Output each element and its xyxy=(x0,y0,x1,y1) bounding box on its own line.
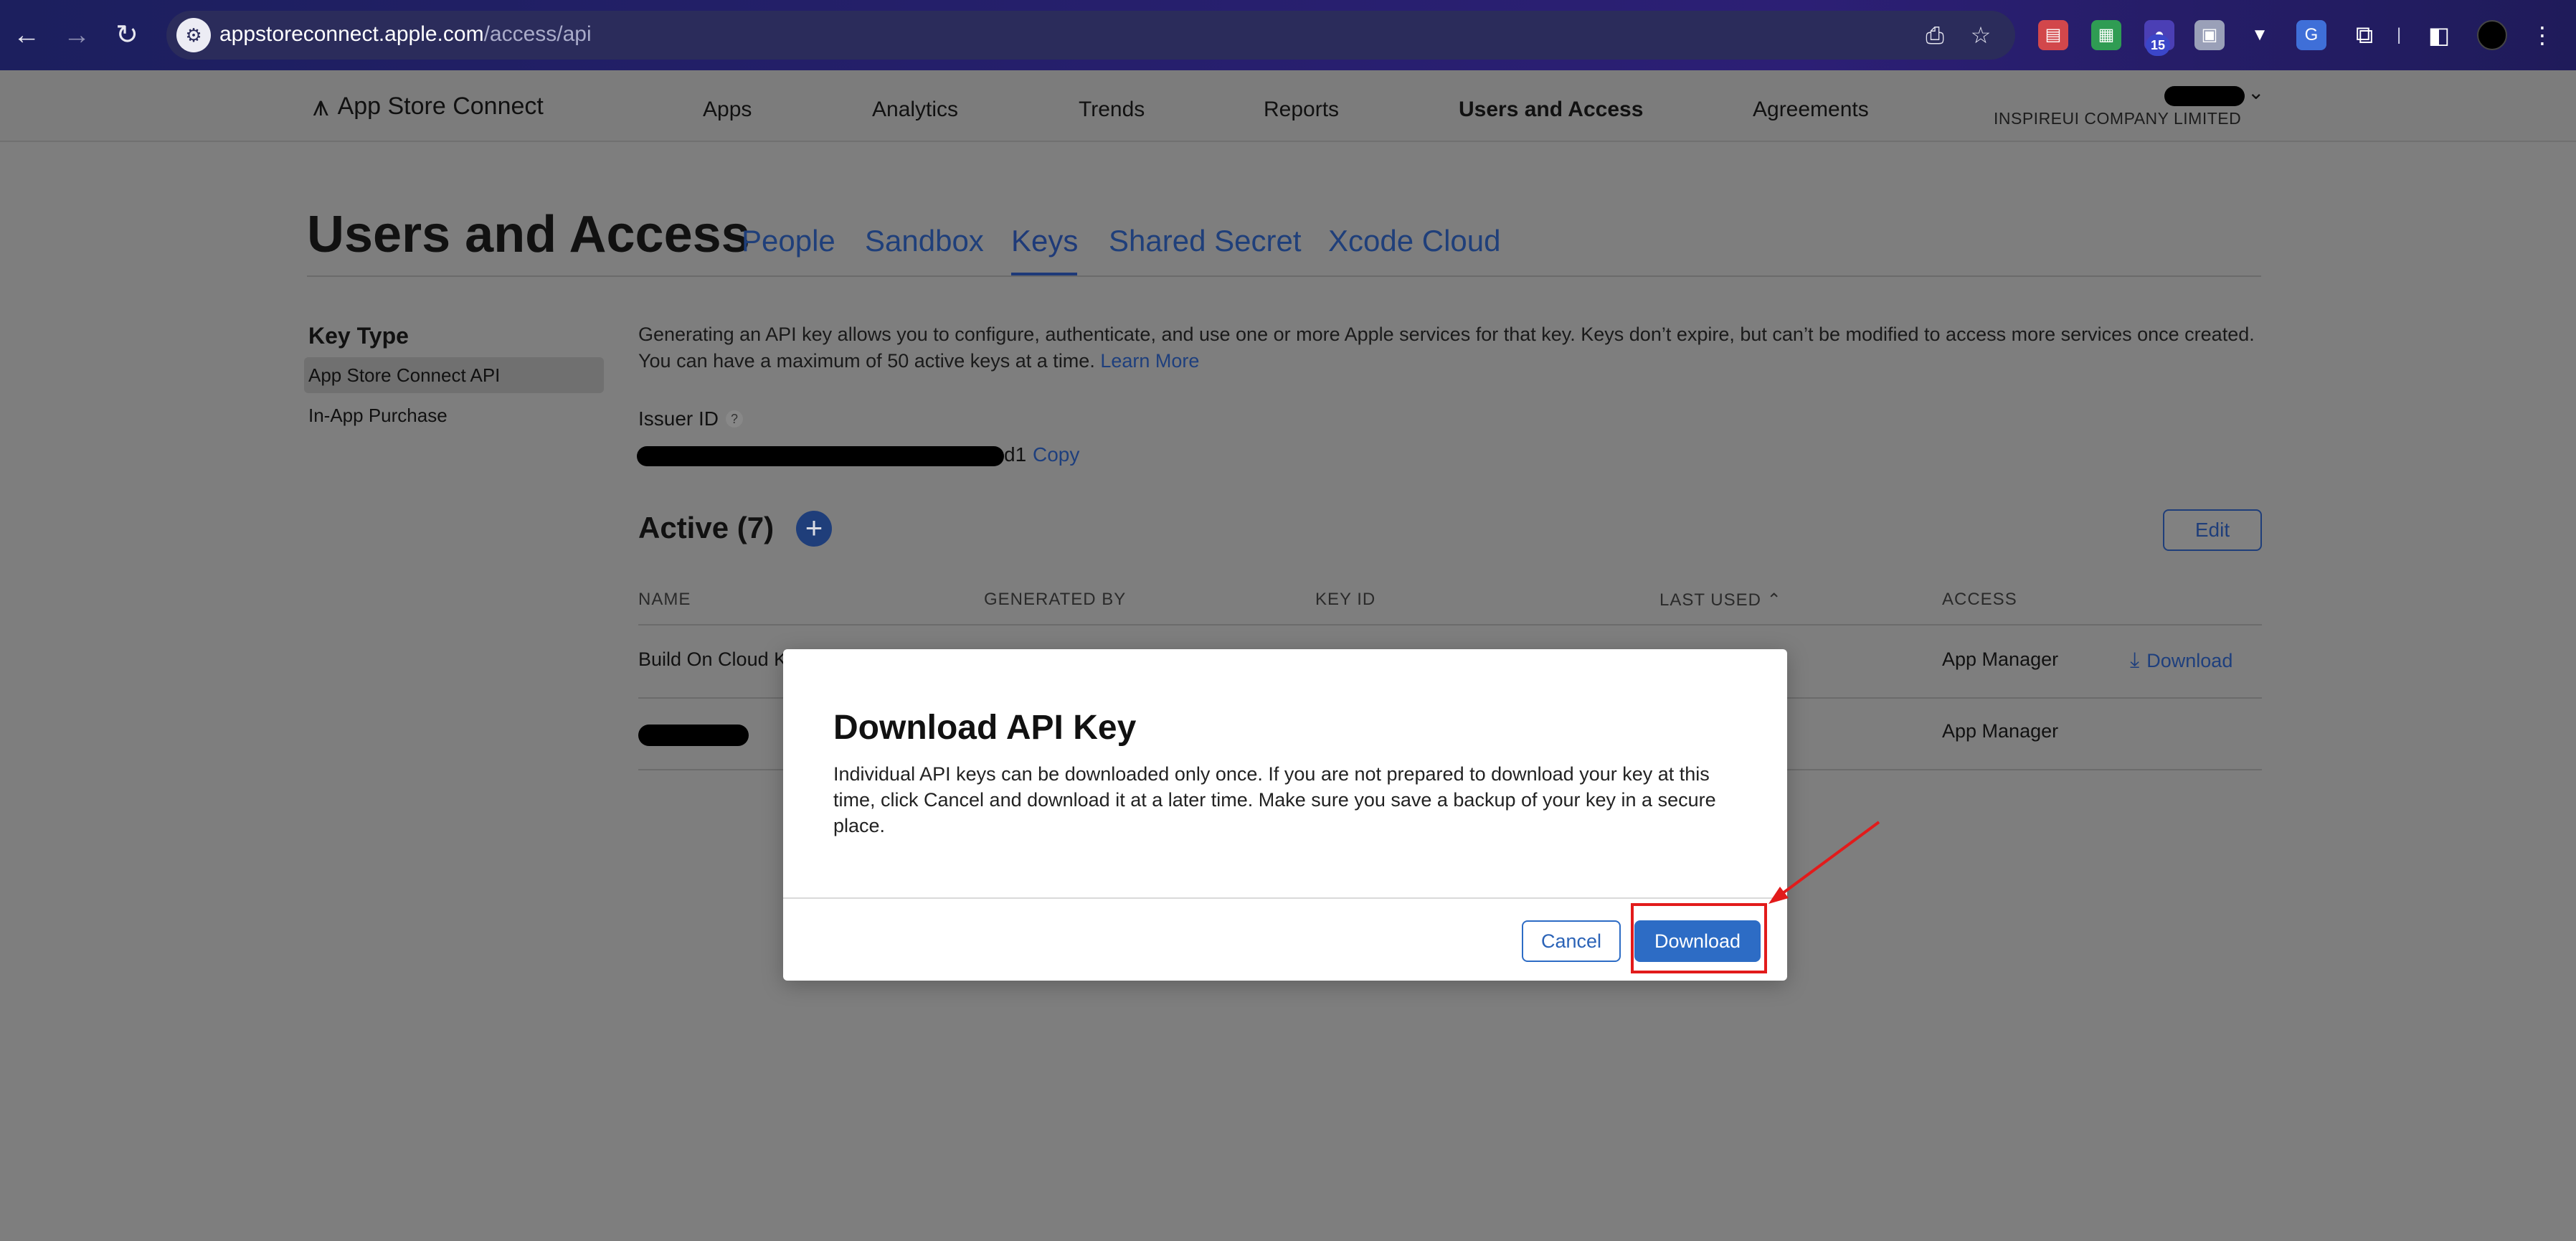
toolbar-divider: | xyxy=(2397,25,2402,44)
url-text[interactable]: appstoreconnect.apple.com/access/api xyxy=(219,22,592,47)
learn-more-link[interactable]: Learn More xyxy=(1100,350,1199,372)
address-bar[interactable]: ⚙ appstoreconnect.apple.com/access/api ⎙… xyxy=(166,11,2015,60)
nav-reports[interactable]: Reports xyxy=(1264,98,1339,122)
app-store-logo-icon: ⩚ xyxy=(313,90,329,122)
extension-sheets-icon[interactable]: ▦ xyxy=(2091,20,2121,50)
column-key-id[interactable]: KEY ID xyxy=(1315,590,1375,610)
intro-text: Generating an API key allows you to conf… xyxy=(638,321,2259,374)
back-arrow-icon[interactable]: ← xyxy=(9,17,44,53)
site-settings-icon[interactable]: ⚙ xyxy=(176,18,211,52)
annotation-highlight-box xyxy=(1631,903,1767,973)
nav-analytics[interactable]: Analytics xyxy=(872,98,958,122)
column-generated-by[interactable]: GENERATED BY xyxy=(984,590,1126,610)
cancel-button[interactable]: Cancel xyxy=(1522,920,1621,962)
edit-button[interactable]: Edit xyxy=(2163,509,2262,551)
table-header: NAME GENERATED BY KEY ID LAST USED ⌃ ACC… xyxy=(638,574,2262,626)
sidebar-item-in-app-purchase[interactable]: In-App Purchase xyxy=(304,397,604,433)
arrow-shaft xyxy=(1779,821,1880,897)
brand-name: App Store Connect xyxy=(337,92,544,120)
issuer-id-label: Issuer ID xyxy=(638,407,719,430)
column-access[interactable]: ACCESS xyxy=(1942,590,2017,610)
column-last-used-label: LAST USED xyxy=(1659,590,1761,610)
tab-people[interactable]: People xyxy=(742,224,835,258)
tab-xcode-cloud[interactable]: Xcode Cloud xyxy=(1328,224,1501,258)
issuer-id-suffix: d1 xyxy=(1004,443,1027,466)
organization-name: INSPIREUI COMPANY LIMITED xyxy=(1994,109,2242,128)
divider xyxy=(783,897,1787,899)
extension-icon[interactable]: ▣ xyxy=(2194,20,2225,50)
extension-vue-icon[interactable]: ▼ xyxy=(2245,20,2275,50)
brand[interactable]: ⩚ App Store Connect xyxy=(313,92,544,121)
sort-ascending-icon: ⌃ xyxy=(1766,590,1782,610)
nav-trends[interactable]: Trends xyxy=(1079,98,1145,122)
reload-icon[interactable]: ↻ xyxy=(109,17,145,53)
more-menu-icon[interactable]: ⋮ xyxy=(2527,20,2557,50)
tab-shared-secret[interactable]: Shared Secret xyxy=(1109,224,1302,258)
dialog-title: Download API Key xyxy=(833,709,1137,747)
forward-arrow-icon[interactable]: → xyxy=(59,17,95,53)
nav-users-and-access[interactable]: Users and Access xyxy=(1459,98,1643,122)
extension-badge: 15 xyxy=(2146,34,2170,56)
page-title: Users and Access xyxy=(307,206,750,263)
puzzle-extensions-icon[interactable]: ⧉ xyxy=(2349,20,2380,50)
star-icon[interactable]: ☆ xyxy=(1966,21,1995,49)
dialog-body: Individual API keys can be downloaded on… xyxy=(833,763,1716,836)
chevron-down-icon[interactable]: ⌄ xyxy=(2248,80,2264,104)
key-name: Build On Cloud K xyxy=(638,648,787,670)
sidebar-item-app-store-connect-api[interactable]: App Store Connect API xyxy=(304,357,604,393)
profile-avatar[interactable] xyxy=(2477,20,2507,50)
column-last-used[interactable]: LAST USED ⌃ xyxy=(1659,590,1782,610)
key-name-redacted xyxy=(638,725,749,746)
side-panel-icon[interactable]: ◧ xyxy=(2424,20,2454,50)
app-header: ⩚ App Store Connect Apps Analytics Trend… xyxy=(0,70,2576,142)
key-access: App Manager xyxy=(1942,720,2059,742)
nav-agreements[interactable]: Agreements xyxy=(1753,98,1869,122)
sidebar-heading: Key Type xyxy=(308,323,409,349)
download-link[interactable]: ⤓ Download xyxy=(2130,648,2232,673)
download-link-label: Download xyxy=(2146,650,2233,671)
column-name[interactable]: NAME xyxy=(638,590,691,610)
help-icon[interactable]: ? xyxy=(726,410,743,428)
issuer-id-redacted xyxy=(637,446,1004,466)
url-path: /access/api xyxy=(483,22,592,46)
nav-apps[interactable]: Apps xyxy=(703,98,752,122)
url-host: appstoreconnect.apple.com xyxy=(219,22,484,46)
active-keys-title: Active (7) xyxy=(638,511,775,544)
browser-toolbar: ← → ↻ ⚙ appstoreconnect.apple.com/access… xyxy=(0,0,2576,70)
extension-translate-icon[interactable]: G xyxy=(2296,20,2326,50)
copy-button[interactable]: Copy xyxy=(1033,443,1079,466)
tab-sandbox[interactable]: Sandbox xyxy=(865,224,984,258)
tab-keys[interactable]: Keys xyxy=(1011,224,1078,258)
intro-body: Generating an API key allows you to conf… xyxy=(638,324,2255,372)
extension-icon[interactable]: ▤ xyxy=(2038,20,2068,50)
divider xyxy=(307,275,2261,277)
plus-icon[interactable]: + xyxy=(796,511,832,547)
account-name-redacted[interactable] xyxy=(2164,86,2245,106)
key-access: App Manager xyxy=(1942,648,2059,670)
install-app-icon[interactable]: ⎙ xyxy=(1921,21,1949,49)
download-icon: ⤓ xyxy=(2130,648,2140,672)
